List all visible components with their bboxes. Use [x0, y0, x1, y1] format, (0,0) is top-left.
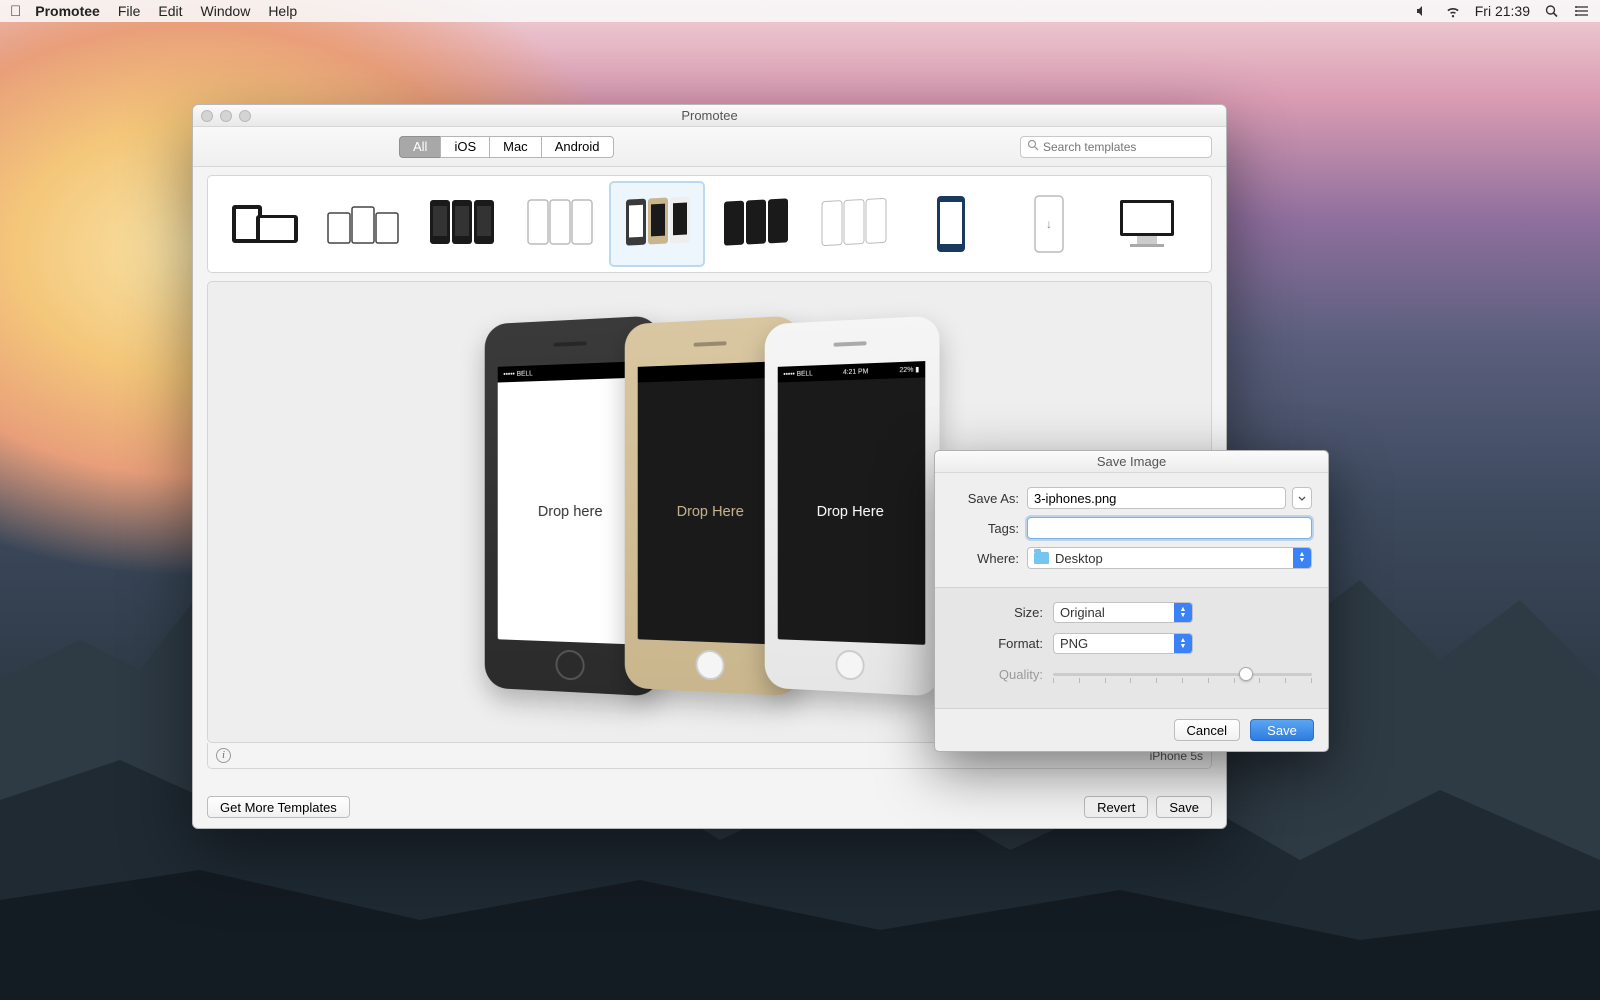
tab-android[interactable]: Android	[541, 136, 614, 158]
toolbar: All iOS Mac Android	[193, 127, 1226, 167]
tab-all[interactable]: All	[399, 136, 441, 158]
svg-text:↓: ↓	[1046, 217, 1052, 231]
save-as-input[interactable]	[1027, 487, 1286, 509]
info-icon[interactable]: i	[216, 748, 231, 763]
tags-input[interactable]	[1027, 517, 1312, 539]
window-title: Promotee	[681, 108, 737, 123]
template-thumb-9[interactable]: ↓	[1002, 182, 1096, 266]
get-more-templates-button[interactable]: Get More Templates	[207, 796, 350, 818]
app-menu[interactable]: Promotee	[35, 3, 100, 19]
phone3-home-icon	[835, 649, 864, 680]
notification-center-icon[interactable]	[1574, 4, 1590, 18]
where-label: Where:	[951, 551, 1019, 566]
select-arrows-icon: ▲▼	[1174, 634, 1192, 653]
traffic-lights[interactable]	[201, 110, 251, 122]
phone1-status: ••••• BELL	[503, 370, 533, 378]
wifi-icon[interactable]	[1445, 4, 1461, 18]
search-input[interactable]	[1020, 136, 1212, 158]
phone3-status-time: 4:21 PM	[842, 368, 867, 376]
titlebar[interactable]: Promotee	[193, 105, 1226, 127]
cancel-button[interactable]: Cancel	[1174, 719, 1240, 741]
help-menu[interactable]: Help	[268, 3, 297, 19]
tab-ios[interactable]: iOS	[440, 136, 490, 158]
folder-icon	[1034, 552, 1049, 564]
quality-label: Quality:	[951, 667, 1043, 682]
size-label: Size:	[951, 605, 1043, 620]
phone-mockup-3[interactable]: ••••• BELL 4:21 PM 22% ▮ Drop Here	[764, 315, 939, 696]
select-arrows-icon: ▲▼	[1174, 603, 1192, 622]
revert-button[interactable]: Revert	[1084, 796, 1148, 818]
bottom-bar: Get More Templates Revert Save	[207, 796, 1212, 818]
category-tabs: All iOS Mac Android	[399, 136, 614, 158]
search-field[interactable]	[1043, 140, 1205, 154]
phone3-drop-label: Drop Here	[777, 377, 925, 644]
format-label: Format:	[951, 636, 1043, 651]
template-thumb-3[interactable]	[414, 182, 508, 266]
phone3-status-left: ••••• BELL	[783, 370, 813, 378]
save-as-label: Save As:	[951, 491, 1019, 506]
template-thumb-1[interactable]	[218, 182, 312, 266]
window-menu[interactable]: Window	[201, 3, 251, 19]
template-thumb-6[interactable]	[708, 182, 802, 266]
volume-icon[interactable]	[1415, 4, 1431, 18]
format-select[interactable]: PNG ▲▼	[1053, 633, 1193, 654]
where-select[interactable]: Desktop ▲▼	[1027, 547, 1312, 569]
close-window-button[interactable]	[201, 110, 213, 122]
template-thumb-2[interactable]	[316, 182, 410, 266]
template-thumb-8[interactable]	[904, 182, 998, 266]
dialog-save-button[interactable]: Save	[1250, 719, 1314, 741]
tab-mac[interactable]: Mac	[489, 136, 542, 158]
file-menu[interactable]: File	[118, 3, 141, 19]
tags-label: Tags:	[951, 521, 1019, 536]
menubar:  Promotee File Edit Window Help Fri 21:…	[0, 0, 1600, 22]
template-thumb-4[interactable]	[512, 182, 606, 266]
phone1-home-icon	[555, 649, 584, 680]
template-thumb-7[interactable]	[806, 182, 900, 266]
phone1-drop-label: Drop here	[497, 377, 645, 644]
clock[interactable]: Fri 21:39	[1475, 3, 1530, 19]
spotlight-icon[interactable]	[1544, 4, 1560, 18]
edit-menu[interactable]: Edit	[158, 3, 182, 19]
apple-menu-icon[interactable]: 	[10, 3, 21, 20]
search-icon	[1027, 139, 1039, 154]
template-thumb-10[interactable]	[1100, 182, 1194, 266]
minimize-window-button[interactable]	[220, 110, 232, 122]
phone2-drop-label: Drop Here	[637, 377, 785, 644]
phone3-status-right: 22% ▮	[899, 365, 919, 374]
where-value: Desktop	[1055, 551, 1103, 566]
save-dialog-title: Save Image	[935, 451, 1328, 473]
size-select[interactable]: Original ▲▼	[1053, 602, 1193, 623]
format-value: PNG	[1060, 636, 1088, 651]
expand-dialog-button[interactable]	[1292, 487, 1312, 509]
size-value: Original	[1060, 605, 1105, 620]
zoom-window-button[interactable]	[239, 110, 251, 122]
template-strip[interactable]: ↓	[207, 175, 1212, 273]
save-dialog: Save Image Save As: Tags: Where: Desktop	[934, 450, 1329, 752]
quality-slider	[1053, 664, 1312, 684]
save-button[interactable]: Save	[1156, 796, 1212, 818]
template-thumb-5[interactable]	[610, 182, 704, 266]
select-arrows-icon: ▲▼	[1293, 548, 1311, 568]
phone2-home-icon	[695, 649, 724, 680]
